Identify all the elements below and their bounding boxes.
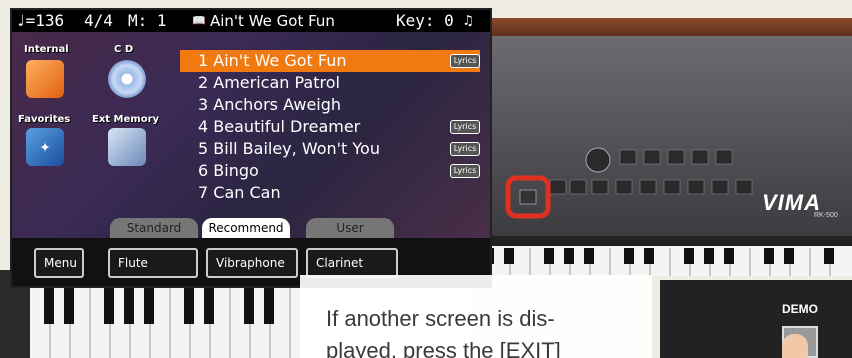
usb-memory-icon[interactable] — [108, 128, 146, 166]
brand-logo: VIMA — [762, 190, 821, 215]
finger-icon — [782, 334, 808, 358]
callout-line-2: played, press the [EXIT] — [326, 338, 561, 358]
song-list-item[interactable]: 1 Ain't We Got Fun Lyrics — [180, 50, 480, 72]
lyrics-badge: Lyrics — [450, 120, 480, 134]
tab-standard[interactable]: Standard — [110, 218, 198, 238]
category-cd-label: C D — [114, 44, 134, 55]
song-list-item[interactable]: 5 Bill Bailey, Won't You Lyrics — [180, 138, 480, 160]
internal-icon[interactable] — [26, 60, 64, 98]
song-title: 4 Beautiful Dreamer — [198, 117, 361, 136]
time-signature: 4/4 — [84, 11, 113, 30]
clarinet-button[interactable]: Clarinet — [306, 248, 398, 278]
status-bar: ♩=136 4/4 M: 1 📖 Ain't We Got Fun Key: 0… — [12, 10, 490, 32]
lyrics-badge: Lyrics — [450, 164, 480, 178]
flute-button[interactable]: Flute — [108, 248, 198, 278]
tab-recommend[interactable]: Recommend — [202, 218, 290, 238]
callout-line-1: If another screen is dis- — [326, 306, 555, 331]
measure-readout: M: 1 — [128, 11, 167, 30]
lyrics-badge: Lyrics — [450, 142, 480, 156]
menu-button[interactable]: Menu — [34, 248, 84, 278]
song-title: 6 Bingo — [198, 161, 259, 180]
tab-user[interactable]: User — [306, 218, 394, 238]
wood-top-rail — [470, 18, 852, 38]
select-dial — [585, 147, 611, 173]
music-note-icon: ♫ — [464, 13, 473, 29]
song-book-icon: 📖 — [192, 14, 206, 27]
tempo-readout: ♩=136 — [16, 11, 65, 30]
song-title: 5 Bill Bailey, Won't You — [198, 139, 380, 158]
song-title: 1 Ain't We Got Fun — [198, 51, 347, 70]
lyrics-badge: Lyrics — [450, 54, 480, 68]
song-title: 2 American Patrol — [198, 73, 340, 92]
list-tabs: Standard Recommend User — [110, 218, 410, 238]
song-title: 3 Anchors Aweigh — [198, 95, 342, 114]
song-list: 1 Ain't We Got Fun Lyrics 2 American Patro… — [180, 50, 480, 204]
instruction-callout: If another screen is dis- played, press … — [300, 275, 652, 358]
cd-icon[interactable] — [108, 60, 146, 98]
key-readout: Key: 0 — [396, 11, 454, 30]
song-list-item[interactable]: 6 Bingo Lyrics — [180, 160, 480, 182]
category-favorites-label: Favorites — [18, 114, 71, 125]
favorites-icon[interactable]: ✦ — [26, 128, 64, 166]
vibraphone-button[interactable]: Vibraphone — [206, 248, 298, 278]
song-list-item[interactable]: 7 Can Can — [180, 182, 480, 204]
model-label: RK-500 — [814, 212, 838, 219]
song-list-item[interactable]: 3 Anchors Aweigh — [180, 94, 480, 116]
category-internal-label: Internal — [24, 44, 69, 55]
category-ext-memory-label: Ext Memory — [92, 114, 160, 125]
song-list-item[interactable]: 2 American Patrol — [180, 72, 480, 94]
demo-label: DEMO — [782, 302, 818, 316]
lcd-screen: ♩=136 4/4 M: 1 📖 Ain't We Got Fun Key: 0… — [10, 8, 492, 288]
current-song-title: Ain't We Got Fun — [210, 12, 335, 30]
song-title: 7 Can Can — [198, 183, 281, 202]
song-list-item[interactable]: 4 Beautiful Dreamer Lyrics — [180, 116, 480, 138]
demo-inset: DEMO — [660, 280, 852, 358]
